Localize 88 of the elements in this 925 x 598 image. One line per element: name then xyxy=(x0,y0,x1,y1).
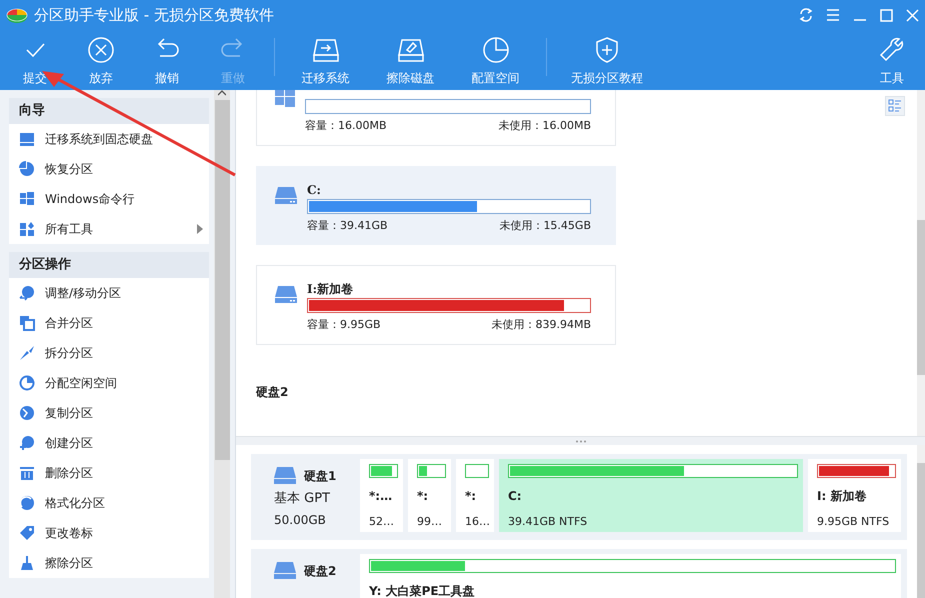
toolbar-button[interactable]: 撤销 xyxy=(134,30,200,90)
broom-icon xyxy=(19,555,35,571)
close-icon[interactable] xyxy=(906,8,919,22)
partition-block[interactable]: Y: 大白菜PE工具盘 xyxy=(360,554,901,598)
scrollbar[interactable] xyxy=(214,90,230,598)
partition-card[interactable]: I:新加卷 容量：9.95GB 未使用：839.94MB xyxy=(256,265,616,344)
partition-info: 16… xyxy=(465,514,489,530)
partition-info: 52… xyxy=(369,514,395,530)
toolbar-button[interactable]: 工具 xyxy=(859,30,925,90)
scrollbar[interactable] xyxy=(917,90,925,436)
sidebar-item[interactable]: 拆分分区 xyxy=(9,338,209,368)
toolbar-button[interactable]: 无损分区教程 xyxy=(555,30,659,90)
partition-label: *: xyxy=(417,488,430,505)
cancel-icon xyxy=(86,35,116,65)
drive-icon xyxy=(275,286,297,304)
partition-label: Y: 大白菜PE工具盘 xyxy=(369,583,476,598)
view-toggle-icon[interactable] xyxy=(885,96,905,116)
sidebar-item[interactable]: 合并分区 xyxy=(9,308,209,338)
pie-icon xyxy=(19,375,35,391)
sidebar-item[interactable]: 所有工具 xyxy=(9,214,209,244)
usage-bar xyxy=(465,464,489,478)
sidebar-item[interactable]: 分配空闲空间 xyxy=(9,368,209,398)
partition-info: 39.41GB NTFS xyxy=(508,514,588,530)
sidebar-item[interactable]: 迁移系统到固态硬盘 xyxy=(9,124,209,154)
window-title: 分区助手专业版 - 无损分区免费软件 xyxy=(34,4,274,26)
trash-icon xyxy=(19,465,35,481)
scroll-up-icon xyxy=(218,90,226,96)
partition-card[interactable]: C: 容量：39.41GB 未使用：15.45GB xyxy=(256,166,616,245)
splitter-handle[interactable] xyxy=(236,437,925,445)
sidebar-item[interactable]: Windows命令行 xyxy=(9,184,209,214)
disk-name: 硬盘1 xyxy=(304,468,336,485)
disk-title: 硬盘2 xyxy=(256,384,290,400)
app-logo-icon xyxy=(6,6,28,24)
disk-type: 基本 GPT xyxy=(274,490,331,508)
section-header: 向导 xyxy=(9,98,209,124)
section-header: 分区操作 xyxy=(9,252,209,278)
toolbar-button[interactable]: 擦除磁盘 xyxy=(368,30,453,90)
drive-icon xyxy=(274,467,296,485)
grip-dots-icon xyxy=(574,440,586,442)
partition-label: C: xyxy=(307,182,322,196)
partition-label: *:… xyxy=(369,488,394,505)
disk-size: 50.00GB xyxy=(274,512,327,528)
drive-icon xyxy=(274,562,296,580)
toolbar-button[interactable]: 提交 xyxy=(2,30,68,90)
capacity-text: 容量：9.95GB xyxy=(307,317,381,333)
tag-icon xyxy=(19,525,35,541)
partition-label: C: xyxy=(508,488,523,505)
partition-info: 9.95GB NTFS xyxy=(817,514,890,530)
unused-text: 未使用：15.45GB xyxy=(499,218,591,234)
disk-icon xyxy=(19,131,35,147)
grid-icon xyxy=(19,221,35,237)
toolbar-button[interactable]: 迁移系统 xyxy=(283,30,368,90)
capacity-text: 容量：16.00MB xyxy=(305,118,387,134)
sidebar-item[interactable]: 更改卷标 xyxy=(9,518,209,548)
toolbar-button[interactable]: 配置空间 xyxy=(453,30,538,90)
partition-card[interactable]: 容量：16.00MB 未使用：16.00MB xyxy=(256,90,616,146)
merge-icon xyxy=(19,315,35,331)
unused-text: 未使用：16.00MB xyxy=(498,118,591,134)
partition-label: I:新加卷 xyxy=(307,281,354,296)
drive-icon xyxy=(275,186,297,204)
sidebar-item[interactable]: 创建分区 xyxy=(9,428,209,458)
partition-block[interactable]: *: 99… xyxy=(408,459,451,532)
partition-info: 99… xyxy=(417,514,443,530)
windows-icon xyxy=(275,90,295,107)
sidebar-item[interactable]: 复制分区 xyxy=(9,398,209,428)
toolbar-button[interactable]: 放弃 xyxy=(68,30,134,90)
pie-chart-icon xyxy=(480,35,510,65)
sidebar-item[interactable]: 恢复分区 xyxy=(9,154,209,184)
windows-icon xyxy=(19,191,35,207)
scrollbar[interactable] xyxy=(917,445,925,598)
partition-block[interactable]: C: 39.41GB NTFS xyxy=(499,459,803,532)
capacity-text: 容量：39.41GB xyxy=(307,218,388,234)
refresh-icon[interactable] xyxy=(799,8,813,22)
partition-label: *: xyxy=(465,488,478,505)
pie-icon xyxy=(19,161,35,177)
split-icon xyxy=(19,345,35,361)
maximize-icon[interactable] xyxy=(880,8,893,22)
disk-name: 硬盘2 xyxy=(304,563,336,580)
sidebar-item[interactable]: 擦除分区 xyxy=(9,548,209,578)
partition-block[interactable]: *:… 52… xyxy=(360,459,403,532)
sidebar-item[interactable]: 格式化分区 xyxy=(9,488,209,518)
sidebar-item[interactable]: 调整/移动分区 xyxy=(9,278,209,308)
partition-label: I: 新加卷 xyxy=(817,488,868,505)
unused-text: 未使用：839.94MB xyxy=(491,317,591,333)
sidebar-item[interactable]: 删除分区 xyxy=(9,458,209,488)
menu-icon[interactable] xyxy=(826,9,840,21)
partition-block[interactable]: *: 16… xyxy=(456,459,494,532)
partition-block[interactable]: I: 新加卷 9.95GB NTFS xyxy=(808,459,901,532)
